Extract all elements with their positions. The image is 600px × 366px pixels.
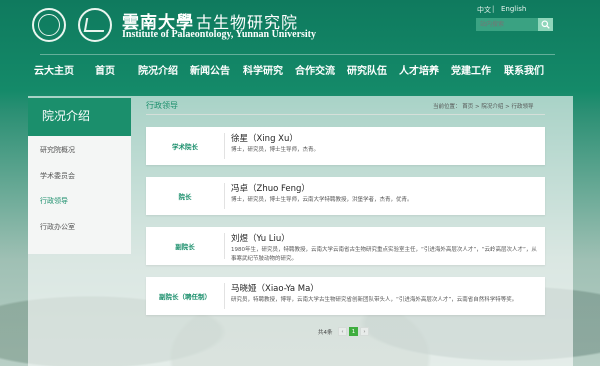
- leader-description: 博士，研究员，博士生导师，杰青。: [231, 147, 320, 153]
- leader-name: 冯卓（Zhuo Feng）: [231, 184, 310, 194]
- leader-description: 研究员，特聘教授，博导，云南大学古生物研究省创新团队带头人，“引进海外高层次人才…: [231, 297, 518, 303]
- nav-item-home[interactable]: 首页: [95, 62, 115, 77]
- nav-item-party[interactable]: 党建工作: [451, 62, 491, 77]
- leader-name: 徐星（Xing Xu）: [231, 134, 298, 144]
- breadcrumb[interactable]: 当前位置： 首页 > 院况介绍 > 行政领导: [433, 102, 533, 110]
- leader-description: 1980年生，研究员，特聘教授，云南大学云南省古生物研究重点实验室主任，“引进海…: [231, 247, 537, 262]
- leader-role: 院长: [178, 193, 192, 201]
- university-emblem-icon[interactable]: [32, 8, 66, 42]
- nav-item-team[interactable]: 研究队伍: [347, 62, 387, 77]
- card-divider: [224, 283, 225, 309]
- main-nav: 云大主页 首页 院况介绍 新闻公告 科学研究 合作交流 研究队伍 人才培养 党建…: [0, 62, 600, 80]
- card-divider: [224, 183, 225, 209]
- institute-emblem-icon[interactable]: [78, 8, 112, 42]
- nav-item-research[interactable]: 科学研究: [243, 62, 283, 77]
- nav-item-news[interactable]: 新闻公告: [190, 62, 230, 77]
- current-page-button[interactable]: 1: [349, 327, 358, 336]
- sidebar-item-overview[interactable]: 研究院概况: [40, 145, 75, 155]
- sidebar-item-leadership[interactable]: 行政领导: [40, 196, 68, 206]
- search-icon: [541, 20, 550, 29]
- sidebar-item-office[interactable]: 行政办公室: [40, 222, 75, 232]
- nav-item-contact[interactable]: 联系我们: [504, 62, 544, 77]
- leader-description: 博士，研究员，博士生导师，云南大学特聘教授，洪堡学者，杰青，优青。: [231, 197, 413, 203]
- sidebar-title: 院况介绍: [28, 98, 131, 136]
- header-divider: [40, 54, 555, 55]
- pagination-total: 共4条: [318, 330, 333, 336]
- page-title: 行政领导: [146, 101, 178, 110]
- nav-item-cooperation[interactable]: 合作交流: [295, 62, 335, 77]
- nav-item-education[interactable]: 人才培养: [399, 62, 439, 77]
- institute-english-name: Institute of Palaeontology, Yunnan Unive…: [122, 29, 317, 40]
- leader-role: 副院长: [175, 243, 195, 251]
- leader-card[interactable]: 副院长 刘煜（Yu Liu） 1980年生，研究员，特聘教授，云南大学云南省古生…: [146, 227, 545, 265]
- search-button[interactable]: [538, 18, 553, 31]
- leader-name: 刘煜（Yu Liu）: [231, 234, 290, 244]
- card-divider: [224, 233, 225, 259]
- lang-chinese-link[interactable]: 中文: [477, 5, 491, 15]
- leader-role: 副院长（聘任制）: [159, 293, 211, 301]
- card-divider: [224, 133, 225, 159]
- leader-role: 学术院长: [172, 143, 198, 151]
- search-input[interactable]: [476, 18, 538, 31]
- lang-english-link[interactable]: English: [501, 5, 526, 13]
- leader-card[interactable]: 学术院长 徐星（Xing Xu） 博士，研究员，博士生导师，杰青。: [146, 127, 545, 165]
- site-header: 雲南大學 古生物研究院 Institute of Palaeontology, …: [0, 0, 600, 48]
- lang-separator: |: [492, 5, 495, 13]
- next-page-button[interactable]: ›: [360, 327, 369, 336]
- nav-item-ynu-home[interactable]: 云大主页: [34, 62, 74, 77]
- leader-card[interactable]: 副院长（聘任制） 马晓娅（Xiao-Ya Ma） 研究员，特聘教授，博导，云南大…: [146, 277, 545, 315]
- prev-page-button[interactable]: ‹: [338, 327, 347, 336]
- leader-card[interactable]: 院长 冯卓（Zhuo Feng） 博士，研究员，博士生导师，云南大学特聘教授，洪…: [146, 177, 545, 215]
- title-divider: [146, 114, 545, 115]
- sidebar-menu: 研究院概况 学术委员会 行政领导 行政办公室: [28, 136, 131, 254]
- sidebar-item-academic-committee[interactable]: 学术委员会: [40, 171, 75, 181]
- leader-name: 马晓娅（Xiao-Ya Ma）: [231, 284, 319, 294]
- nav-item-about[interactable]: 院况介绍: [138, 62, 178, 77]
